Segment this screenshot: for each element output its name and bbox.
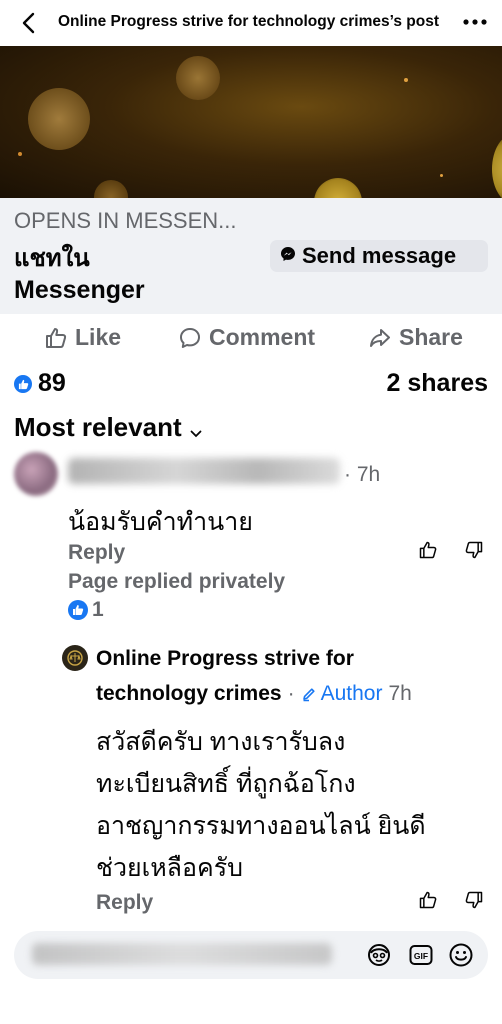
link-source: OPENS IN MESSEN... [14,208,237,233]
commenter-avatar[interactable] [14,452,58,496]
page-replied-privately[interactable]: Page replied privately [68,570,285,594]
commenter-name-blurred[interactable] [68,458,340,484]
upvote-icon[interactable] [418,540,438,565]
pencil-icon [302,688,315,702]
post-header: Online Progress strive for technology cr… [0,0,502,46]
thumbs-up-icon [46,327,67,348]
emoji-icon[interactable] [448,942,474,968]
bokeh-light [314,178,362,198]
spark-light [404,78,408,82]
page-author-name[interactable]: Online Progress strive for [96,647,354,671]
comment-input-placeholder-blurred[interactable] [32,943,332,965]
spark-light [440,174,443,177]
page-author-name-tail[interactable]: technology crimes [96,682,282,706]
back-icon[interactable] [14,9,42,37]
comment-icon [180,327,200,348]
comment-composer[interactable]: GIF [14,931,488,979]
share-count[interactable]: 2 shares [387,369,488,398]
comment-text: น้อมรับคำทำนาย [68,508,253,536]
bokeh-light [492,134,502,198]
comment-vote-controls [418,540,484,565]
comment-vote-controls [418,890,484,915]
upvote-icon[interactable] [418,890,438,915]
author-badge: Author [301,682,383,706]
comment-time: · 7h [344,463,381,486]
send-message-label: Send message [302,243,457,268]
downvote-icon[interactable] [464,540,484,565]
comment-text-line: ทะเบียนสิทธิ์ ที่ถูกฉ้อโกง [96,770,356,798]
comment-text-line: ช่วยเหลือครับ [96,854,244,882]
comment-time: 7h [388,682,412,705]
link-preview-image[interactable] [0,46,502,198]
like-reaction-icon [14,375,32,393]
share-icon [370,328,390,347]
more-options-icon[interactable] [460,10,490,34]
downvote-icon[interactable] [464,890,484,915]
reply-button[interactable]: Reply [96,891,153,915]
reaction-stats: 89 2 shares [0,366,502,402]
like-button[interactable]: Like [44,324,121,351]
link-preview-card[interactable]: OPENS IN MESSEN... แชทใน Messenger Send … [0,198,502,314]
comment-text-line: อาชญากรรมทางออนไลน์ ยินดี [96,812,426,840]
share-button[interactable]: Share [368,324,463,351]
comment-reactions[interactable]: 1 [68,598,104,622]
page-author-name-continued: technology crimes · Author 7h [96,682,412,706]
like-label: Like [75,324,122,350]
bokeh-light [94,180,128,198]
separator: · [287,682,295,705]
comment-label: Comment [209,324,316,350]
reply-button[interactable]: Reply [68,541,125,565]
comment-text-line: สวัสดีครับ ทางเรารับลง [96,728,346,756]
author-badge-label: Author [320,682,383,705]
page-title: Online Progress strive for technology cr… [58,13,440,30]
comment-sort-dropdown[interactable]: Most relevant [14,410,202,445]
share-label: Share [399,324,463,350]
post-action-bar: Like Comment Share [0,318,502,358]
avatar-sticker-icon[interactable] [366,942,392,968]
bokeh-light [176,56,220,100]
link-title: แชทใน [14,245,90,272]
bokeh-light [28,88,90,150]
send-message-button[interactable]: Send message [270,240,488,272]
sort-label: Most relevant [14,412,182,442]
svg-text:GIF: GIF [414,951,428,961]
link-title-continued: Messenger [14,276,145,304]
comment-button[interactable]: Comment [178,324,315,351]
like-reaction-icon [68,600,88,620]
messenger-icon [280,246,296,267]
gif-icon[interactable]: GIF [408,942,434,968]
chevron-down-icon [190,414,202,445]
spark-light [18,152,22,156]
reaction-count: 1 [92,598,104,621]
page-avatar[interactable] [62,645,88,671]
reaction-count[interactable]: 89 [38,369,66,398]
